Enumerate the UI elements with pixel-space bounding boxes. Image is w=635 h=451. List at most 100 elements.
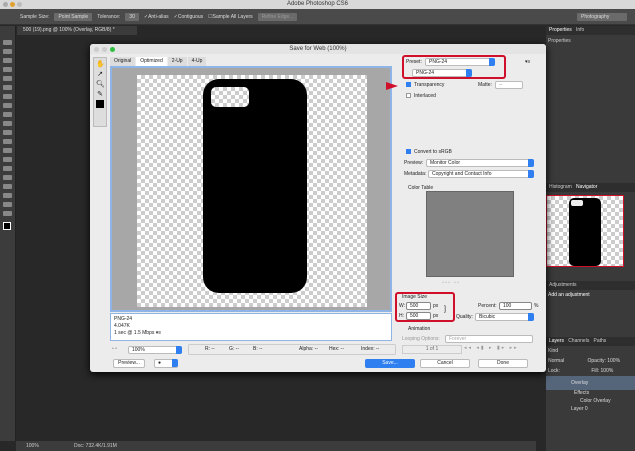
color-table-buttons[interactable]: ▫ ▫ ▫ ▫ ▫ bbox=[442, 280, 459, 286]
transparency-checkbox[interactable]: Transparency bbox=[406, 82, 444, 88]
minimize-window-button[interactable] bbox=[10, 2, 15, 7]
fill-input[interactable]: 100% bbox=[601, 368, 614, 374]
dialog-title-bar: Save for Web (100%) bbox=[90, 44, 546, 54]
dodge-tool-icon[interactable] bbox=[3, 157, 12, 162]
width-input[interactable]: 500 bbox=[406, 302, 431, 310]
anti-alias-checkbox[interactable]: ✓Anti-alias bbox=[144, 14, 169, 20]
path-select-tool-icon[interactable] bbox=[3, 184, 12, 189]
tab-properties[interactable]: Properties bbox=[549, 27, 572, 33]
tab-channels[interactable]: Channels bbox=[568, 338, 589, 344]
layer-row-overlay[interactable]: Overlay bbox=[546, 376, 635, 390]
tab-info[interactable]: Info bbox=[576, 27, 584, 33]
hand-tool-icon[interactable] bbox=[3, 202, 12, 207]
preview-pane[interactable] bbox=[110, 66, 392, 312]
done-button[interactable]: Done bbox=[478, 359, 528, 368]
tab-original[interactable]: Original bbox=[110, 57, 136, 66]
type-tool-icon[interactable] bbox=[3, 175, 12, 180]
slice-select-tool-icon[interactable]: ↗ bbox=[96, 70, 104, 78]
sample-all-layers-checkbox[interactable]: ☐Sample All Layers bbox=[208, 14, 253, 20]
settings-menu-icon[interactable]: ▾≡ bbox=[525, 59, 530, 65]
preview-color-select[interactable]: Monitor Color bbox=[426, 159, 534, 167]
lasso-tool-icon[interactable] bbox=[3, 58, 12, 63]
dialog-zoom-button[interactable] bbox=[110, 47, 115, 52]
percent-input[interactable]: 100 bbox=[499, 302, 532, 310]
app-title-bar: Adobe Photoshop CS6 bbox=[0, 0, 635, 9]
layer-color-overlay[interactable]: Color Overlay bbox=[546, 398, 635, 406]
opacity-input[interactable]: 100% bbox=[607, 358, 620, 364]
zoom-out-button[interactable]: ▫ bbox=[112, 346, 114, 352]
interlaced-checkbox[interactable]: Interlaced bbox=[406, 93, 436, 99]
layer-row-layer-0[interactable]: Layer 0 bbox=[546, 406, 635, 416]
magic-wand-tool-icon[interactable] bbox=[3, 67, 12, 72]
hand-tool-icon[interactable]: ✋ bbox=[96, 60, 105, 68]
dialog-minimize-button[interactable] bbox=[102, 47, 107, 52]
eyedropper-tool-icon[interactable] bbox=[3, 85, 12, 90]
move-tool-icon[interactable] bbox=[3, 40, 12, 45]
status-zoom[interactable]: 100% bbox=[26, 441, 39, 451]
marquee-tool-icon[interactable] bbox=[3, 49, 12, 54]
tab-histogram[interactable]: Histogram bbox=[549, 184, 572, 190]
layer-filter-kind[interactable]: Kind bbox=[548, 348, 558, 354]
brush-tool-icon[interactable] bbox=[3, 103, 12, 108]
tab-layers[interactable]: Layers bbox=[549, 338, 564, 344]
convert-srgb-checkbox[interactable]: Convert to sRGB bbox=[406, 149, 452, 155]
tools-panel bbox=[0, 26, 16, 441]
preset-select[interactable]: PNG-24 bbox=[425, 58, 495, 66]
zoom-in-button[interactable]: ▫ bbox=[115, 346, 117, 352]
crop-tool-icon[interactable] bbox=[3, 76, 12, 81]
zoom-tool-icon[interactable] bbox=[3, 211, 12, 216]
pen-tool-icon[interactable] bbox=[3, 166, 12, 171]
dialog-close-button[interactable] bbox=[94, 47, 99, 52]
properties-tabs: Properties Info bbox=[546, 26, 635, 35]
format-select[interactable]: PNG-24 bbox=[412, 69, 472, 77]
animation-controls[interactable]: ◂◂ ◂▮ ▸ ▮▸ ▸▸ bbox=[464, 345, 519, 351]
height-label: H: bbox=[399, 313, 404, 319]
eyedropper-tool-icon[interactable]: ✎ bbox=[96, 90, 104, 98]
camera-cutout bbox=[211, 87, 249, 107]
sample-size-select[interactable]: Point Sample bbox=[54, 12, 93, 21]
readout-hex: Hex: -- bbox=[329, 346, 344, 352]
navigator-preview[interactable] bbox=[546, 195, 624, 267]
foreground-color-swatch[interactable] bbox=[3, 222, 11, 230]
adjustments-tab[interactable]: Adjustments bbox=[546, 281, 635, 290]
cancel-button[interactable]: Cancel bbox=[420, 359, 470, 368]
zoom-tool-icon[interactable]: 🔍︎ bbox=[96, 80, 105, 88]
height-input[interactable]: 500 bbox=[406, 312, 431, 320]
blend-mode-select[interactable]: Normal bbox=[548, 358, 564, 364]
metadata-select[interactable]: Copyright and Contact Info bbox=[428, 170, 534, 178]
width-label: W: bbox=[399, 303, 406, 309]
tab-4-up[interactable]: 4-Up bbox=[187, 57, 207, 66]
gradient-tool-icon[interactable] bbox=[3, 139, 12, 144]
document-tab[interactable]: 500 (19).png @ 100% (Overlay, RGB/8) * bbox=[17, 26, 137, 35]
save-for-web-dialog: Save for Web (100%) ✋ ↗ 🔍︎ ✎ Original Op… bbox=[90, 44, 546, 372]
zoom-window-button[interactable] bbox=[17, 2, 22, 7]
tab-optimized[interactable]: Optimized bbox=[136, 57, 167, 66]
healing-tool-icon[interactable] bbox=[3, 94, 12, 99]
tab-paths[interactable]: Paths bbox=[594, 338, 607, 344]
blur-tool-icon[interactable] bbox=[3, 148, 12, 153]
looping-select[interactable]: Forever bbox=[445, 335, 533, 343]
tolerance-input[interactable]: 30 bbox=[125, 12, 139, 21]
tab-2-up[interactable]: 2-Up bbox=[167, 57, 187, 66]
save-button[interactable]: Save... bbox=[365, 359, 415, 368]
close-window-button[interactable] bbox=[3, 2, 8, 7]
eraser-tool-icon[interactable] bbox=[3, 130, 12, 135]
constrain-link-icon[interactable]: ] bbox=[444, 306, 446, 313]
app-title: Adobe Photoshop CS6 bbox=[286, 1, 349, 7]
shape-tool-icon[interactable] bbox=[3, 193, 12, 198]
preview-button[interactable]: Preview... bbox=[113, 359, 145, 368]
menu-icon[interactable]: ▾≡ bbox=[156, 330, 161, 336]
browser-select[interactable]: ● bbox=[154, 359, 178, 368]
tab-navigator[interactable]: Navigator bbox=[576, 184, 597, 190]
layer-effects[interactable]: Effects bbox=[546, 390, 635, 398]
zoom-select[interactable]: 100% bbox=[128, 346, 182, 354]
readout-r: R: -- bbox=[205, 346, 215, 352]
refine-edge-button[interactable]: Refine Edge... bbox=[257, 12, 298, 21]
contiguous-checkbox[interactable]: ✓Contiguous bbox=[174, 14, 204, 20]
eyedropper-color-swatch[interactable] bbox=[96, 100, 104, 108]
workspace-select[interactable]: Photography bbox=[577, 12, 627, 21]
stamp-tool-icon[interactable] bbox=[3, 112, 12, 117]
matte-select[interactable]: -- bbox=[495, 81, 523, 89]
history-brush-icon[interactable] bbox=[3, 121, 12, 126]
quality-select[interactable]: Bicubic bbox=[475, 313, 534, 321]
